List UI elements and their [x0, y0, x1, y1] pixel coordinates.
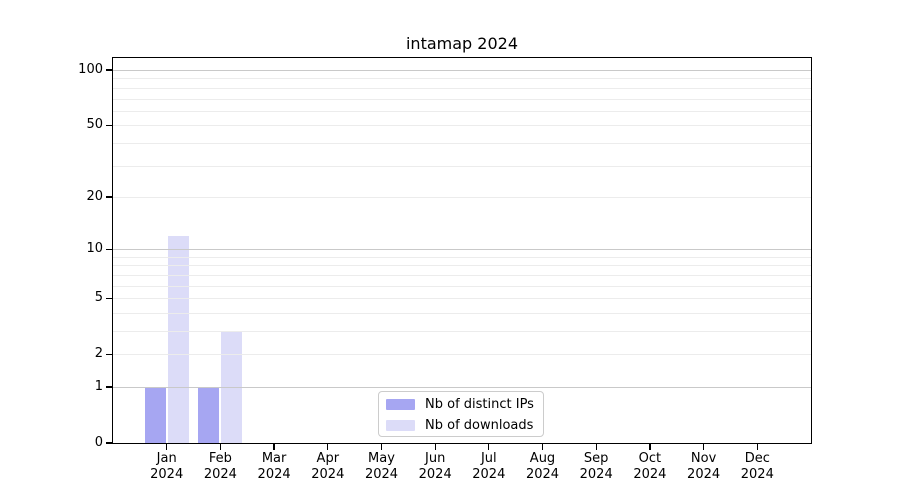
y-tick-label: 2: [94, 346, 103, 362]
y-tick-mark: [106, 297, 112, 299]
y-tick-label: 50: [86, 117, 103, 133]
minor-gridline: [113, 87, 811, 89]
chart-title: intamap 2024: [405, 34, 518, 53]
legend: Nb of distinct IPs Nb of downloads: [378, 391, 544, 437]
x-tick-mark: [541, 444, 544, 450]
y-tick-mark: [106, 248, 112, 250]
minor-gridline: [113, 98, 811, 100]
minor-gridline: [113, 331, 811, 332]
legend-item-downloads: Nb of downloads: [379, 415, 543, 436]
minor-gridline: [113, 285, 811, 287]
x-tick-mark: [273, 444, 275, 450]
x-tick-mark: [595, 444, 597, 450]
minor-gridline: [113, 256, 811, 258]
minor-gridline: [113, 78, 811, 80]
x-tick-label-month: Dec: [744, 451, 770, 466]
minor-gridline: [113, 298, 811, 300]
y-tick-label: 0: [94, 435, 103, 450]
y-tick-label: 20: [86, 188, 103, 204]
y-tick-mark: [106, 442, 112, 444]
legend-label: Nb of distinct IPs: [425, 396, 534, 412]
x-tick-mark: [166, 444, 168, 450]
x-tick-label: Dec 2024: [725, 451, 789, 483]
y-tick-mark: [106, 353, 112, 355]
y-tick-mark: [106, 386, 112, 388]
legend-item-distinct-ips: Nb of distinct IPs: [379, 394, 543, 415]
bar-distinct-ips-jan: [144, 387, 166, 443]
y-tick-label: 100: [78, 62, 103, 77]
minor-gridline: [113, 265, 811, 267]
x-tick-mark: [488, 444, 490, 450]
x-tick-mark: [649, 444, 651, 450]
x-tick-mark: [380, 444, 383, 450]
legend-label: Nb of downloads: [425, 417, 534, 433]
minor-gridline: [113, 312, 811, 314]
minor-gridline: [113, 165, 811, 167]
legend-swatch: [386, 420, 415, 431]
y-tick-label: 10: [86, 241, 103, 257]
minor-gridline: [113, 274, 811, 276]
y-tick-label: 1: [94, 379, 103, 394]
x-tick-mark: [219, 444, 222, 450]
minor-gridline: [113, 196, 811, 198]
major-gridline: [113, 387, 811, 388]
minor-gridline: [113, 354, 811, 356]
x-tick-label-year: 2024: [740, 467, 774, 482]
major-gridline: [113, 249, 811, 251]
y-tick-mark: [106, 124, 112, 126]
plot-area: [112, 57, 812, 444]
chart-figure: intamap 2024 0 1 2 5 10 20 50 100 Jan 2024 Feb 202…: [0, 0, 900, 500]
x-tick-mark: [756, 444, 758, 450]
minor-gridline: [113, 110, 811, 112]
minor-gridline: [113, 142, 811, 144]
y-tick-mark: [106, 196, 112, 198]
x-tick-mark: [434, 444, 436, 450]
x-tick-mark: [327, 444, 329, 450]
minor-gridline: [113, 125, 811, 127]
y-tick-mark: [106, 69, 112, 71]
legend-swatch: [386, 399, 415, 410]
y-tick-label: 5: [94, 290, 103, 306]
x-tick-mark: [702, 444, 705, 450]
bar-downloads-jan: [167, 235, 189, 443]
major-gridline: [113, 70, 811, 71]
bar-distinct-ips-feb: [198, 387, 220, 443]
